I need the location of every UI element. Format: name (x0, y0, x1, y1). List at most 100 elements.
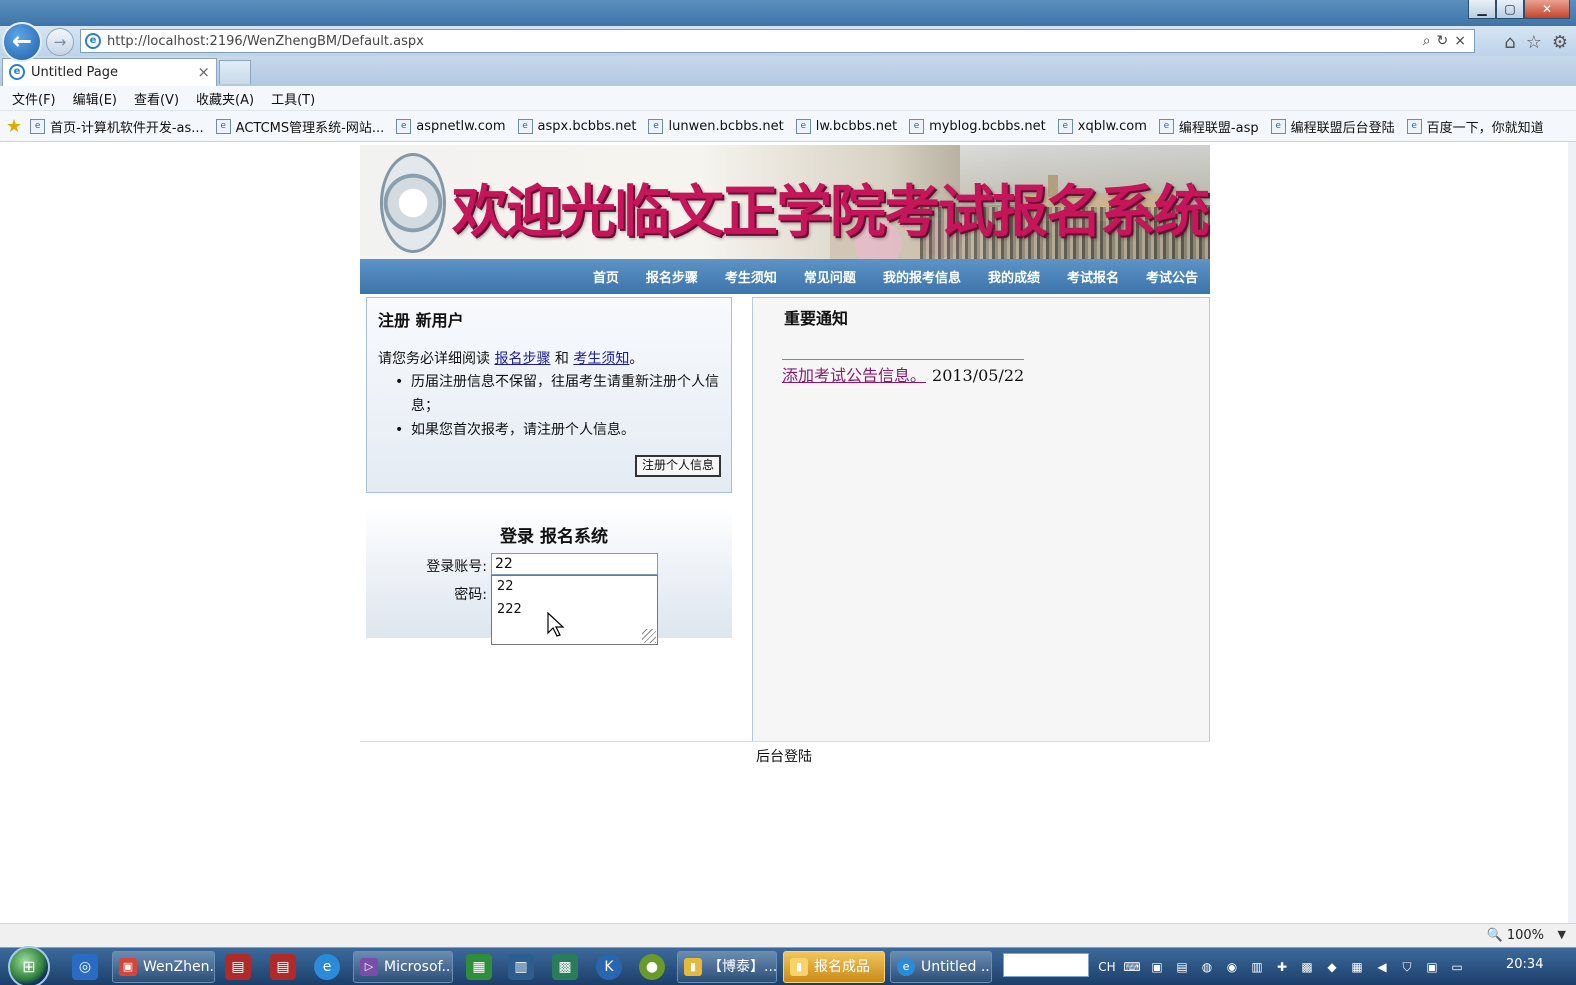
taskbar-button-microsoft[interactable]: ▷ Microsof... (353, 951, 453, 983)
menu-file[interactable]: 文件(F) (12, 89, 56, 108)
tray-app-icon[interactable]: ◉ (1223, 958, 1241, 976)
minimize-icon[interactable]: ▁ (1468, 0, 1496, 19)
favorite-link[interactable]: e lunwen.bcbbs.net (648, 118, 784, 134)
tab-close-icon[interactable]: × (197, 63, 210, 81)
chevron-down-icon[interactable]: ▼ (1558, 928, 1566, 941)
link-steps[interactable]: 报名步骤 (494, 351, 550, 367)
app-icon[interactable]: ▩ (552, 954, 578, 980)
refresh-icon[interactable]: ↻ (1437, 33, 1449, 49)
status-bar: 🔍 100% ▼ (0, 923, 1576, 947)
nav-home[interactable]: 首页 (593, 267, 619, 286)
notice-title: 重要通知 (784, 309, 849, 328)
app-icon[interactable]: ▦ (466, 954, 492, 980)
tab-untitled-page[interactable]: e Untitled Page × (2, 58, 217, 86)
menu-favorites[interactable]: 收藏夹(A) (196, 89, 254, 108)
notice-item: 添加考试公告信息。 2013/05/22 (782, 359, 1025, 386)
favorites-star-icon[interactable]: ☆ (1526, 32, 1542, 53)
tab-title: Untitled Page (31, 65, 119, 80)
favorite-link[interactable]: e lw.bcbbs.net (795, 118, 897, 134)
autocomplete-option[interactable]: 22 (497, 579, 514, 594)
list-item: 如果您首次报考，请注册个人信息。 (395, 418, 725, 442)
page-icon: e (396, 118, 412, 134)
back-arrow-icon: ← (11, 27, 33, 55)
tray-app-icon[interactable]: ◍ (1198, 958, 1216, 976)
banner-title: 欢迎光临文正学院考试报名系统 (452, 180, 1210, 245)
tray-app-icon[interactable]: ✚ (1273, 958, 1291, 976)
address-url[interactable]: http://localhost:2196/WenZhengBM/Default… (107, 34, 424, 49)
taskbar-button-botai[interactable]: ▮ 【博泰】... (677, 951, 777, 983)
app-icon[interactable]: ● (639, 954, 665, 980)
app-icon[interactable]: ▤ (225, 954, 251, 980)
favorite-link[interactable]: e 百度一下，你就知道 (1406, 117, 1544, 136)
new-tab-button[interactable] (219, 60, 251, 84)
nav-exam-signup[interactable]: 考试报名 (1067, 267, 1119, 286)
favorites-bar: ★ e 首页-计算机软件开发-as... e ACTCMS管理系统-网站... ea… (0, 111, 1576, 142)
shield-icon[interactable]: ⛉ (1398, 958, 1416, 976)
favorite-link[interactable]: e myblog.bcbbs.net (909, 118, 1046, 134)
address-bar[interactable]: e http://localhost:2196/WenZhengBM/Defau… (80, 29, 1475, 53)
network-icon[interactable]: ▭ (1448, 958, 1466, 976)
vertical-scrollbar[interactable] (1568, 142, 1576, 923)
ie-icon[interactable]: e (314, 954, 340, 980)
nav-my-scores[interactable]: 我的成绩 (988, 267, 1040, 286)
menu-tools[interactable]: 工具(T) (271, 89, 315, 108)
favorites-star-icon[interactable]: ★ (6, 116, 22, 137)
zoom-level[interactable]: 🔍 100% (1487, 928, 1545, 943)
password-label: 密码: (454, 587, 487, 603)
favorite-link[interactable]: e 编程联盟-asp (1158, 117, 1259, 136)
ie-page-icon: e (85, 33, 101, 49)
favorite-link[interactable]: e ACTCMS管理系统-网站... (215, 117, 384, 136)
nav-steps[interactable]: 报名步骤 (646, 267, 698, 286)
tray-app-icon[interactable]: ◆ (1323, 958, 1341, 976)
language-indicator[interactable]: CH (1098, 958, 1116, 976)
favorite-link[interactable]: e xqblw.com (1057, 118, 1147, 134)
resize-grip-icon[interactable] (642, 629, 656, 643)
link-guidelines[interactable]: 考生须知 (573, 351, 629, 367)
register-button[interactable]: 注册个人信息 (635, 455, 721, 477)
footer-divider (360, 741, 1210, 742)
nav-announcements[interactable]: 考试公告 (1146, 267, 1198, 286)
keyboard-icon[interactable]: ⌨ (1123, 958, 1141, 976)
autocomplete-option[interactable]: 222 (497, 602, 522, 617)
admin-login-link[interactable]: 后台登陆 (0, 746, 1568, 766)
baidu-icon: e (1406, 118, 1422, 134)
back-button[interactable]: ← (2, 22, 42, 62)
menu-edit[interactable]: 编辑(E) (73, 89, 117, 108)
home-icon[interactable]: ⌂ (1504, 32, 1515, 53)
tray-app-icon[interactable]: ▣ (1148, 958, 1166, 976)
start-button[interactable]: ⊞ (8, 946, 50, 985)
close-window-icon[interactable]: ✕ (1524, 0, 1570, 19)
maximize-icon[interactable]: ▢ (1496, 0, 1524, 19)
tray-app-icon[interactable]: ▦ (1348, 958, 1366, 976)
stop-icon[interactable]: × (1454, 33, 1466, 49)
favorite-link[interactable]: e aspnetlw.com (396, 118, 506, 134)
tray-app-icon[interactable]: ▤ (1173, 958, 1191, 976)
nav-notice[interactable]: 考生须知 (725, 267, 777, 286)
search-icon[interactable]: ◎ (72, 954, 98, 980)
nav-my-info[interactable]: 我的报考信息 (883, 267, 961, 286)
taskbar-button-baoming[interactable]: ▮ 报名成品 (783, 951, 885, 983)
tray-app-icon[interactable]: ▥ (1248, 958, 1266, 976)
app-icon[interactable]: ▥ (508, 954, 534, 980)
system-tray: CH ⌨ ▣ ▤ ◍ ◉ ▥ ✚ ▩ ◆ ▦ ◀ ⛉ ▣ ▭ (1098, 948, 1466, 985)
favorite-link[interactable]: e 首页-计算机软件开发-as... (30, 117, 204, 136)
nav-faq[interactable]: 常见问题 (804, 267, 856, 286)
app-icon[interactable]: ▤ (270, 954, 296, 980)
address-tools: ⌕ ↻ × (1423, 33, 1466, 49)
menu-view[interactable]: 查看(V) (134, 89, 179, 108)
app-icon[interactable]: K (596, 954, 622, 980)
favorite-link[interactable]: e 编程联盟后台登陆 (1270, 117, 1395, 136)
app-icon: ▣ (119, 958, 137, 976)
tray-app-icon[interactable]: ▣ (1423, 958, 1441, 976)
taskbar-button-untitled[interactable]: e Untitled ... (890, 951, 992, 983)
account-input[interactable] (491, 553, 658, 575)
notice-link[interactable]: 添加考试公告信息。 (782, 366, 926, 385)
taskbar-button-wenzheng[interactable]: ▣ WenZhen... (112, 951, 215, 983)
forward-button[interactable]: → (46, 28, 74, 56)
tray-app-icon[interactable]: ▩ (1298, 958, 1316, 976)
favorite-link[interactable]: e aspx.bcbbs.net (517, 118, 636, 134)
gear-icon[interactable]: ⚙ (1552, 32, 1568, 53)
search-icon[interactable]: ⌕ (1423, 33, 1431, 49)
volume-icon[interactable]: ◀ (1373, 958, 1391, 976)
taskbar-search-box[interactable] (1003, 953, 1089, 977)
